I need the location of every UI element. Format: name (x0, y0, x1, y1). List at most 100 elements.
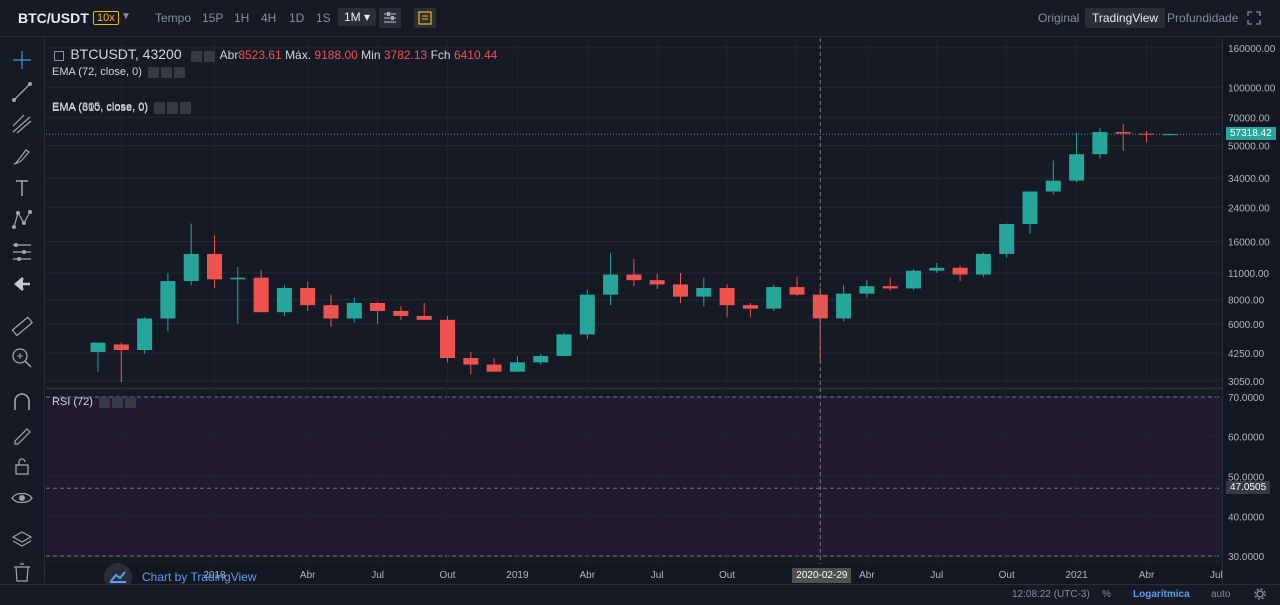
legend-low: 3782.13 (383, 48, 428, 62)
fib-icon[interactable] (10, 240, 34, 264)
ohlc-legend: BTCUSDT, 43200 Abr8523.61 Máx. 9188.00 M… (54, 46, 497, 63)
auto-toggle[interactable]: auto (1211, 589, 1230, 600)
fullscreen-icon[interactable] (1247, 11, 1261, 30)
time-tick-label: Out (719, 570, 735, 581)
ruler-icon[interactable] (10, 314, 34, 338)
rsi-label: RSI (72) (52, 396, 138, 408)
price-tick-label: 16000.00 (1228, 237, 1270, 248)
attribution-text: Chart by TradingView (142, 570, 257, 584)
tf-1m-active[interactable]: 1M ▾ (338, 8, 377, 26)
price-tick-label: 24000.00 (1228, 203, 1270, 214)
price-tick-label: 160000.00 (1228, 44, 1276, 55)
candle-body (1022, 191, 1038, 224)
legend-high-label: Máx. (285, 48, 312, 62)
candle-body (556, 334, 572, 356)
eye-icon[interactable] (10, 486, 34, 510)
tf-15p[interactable]: 15P (202, 11, 223, 25)
arrow-left-icon[interactable] (10, 272, 34, 296)
candle-body (929, 267, 945, 271)
price-tick-label: 70000.00 (1228, 113, 1270, 124)
ema-settings-icon[interactable] (154, 102, 193, 114)
legend-open-label: Abr (219, 48, 239, 62)
lock-icon[interactable] (10, 454, 34, 478)
ema-settings-icon[interactable] (147, 66, 187, 78)
crosshair-icon[interactable] (10, 48, 34, 72)
indicator-settings-icon[interactable] (379, 8, 401, 28)
rsi-value-badge: 47.0505 (1226, 481, 1271, 495)
candle-body (183, 253, 199, 281)
view-tradingview[interactable]: TradingView (1085, 8, 1166, 28)
legend-settings-icon[interactable] (190, 49, 217, 63)
price-tick-label: 50000.00 (1228, 142, 1270, 153)
price-tick-label: 4250.00 (1228, 349, 1265, 360)
legend-close: 6410.44 (453, 48, 498, 62)
candle-body (137, 318, 153, 351)
trash-icon[interactable] (10, 560, 34, 584)
time-tick-label: Out (439, 570, 455, 581)
candle-body (673, 284, 688, 297)
candle-body (975, 253, 991, 275)
time-tick-label: Jul (1210, 570, 1223, 581)
price-chart[interactable]: 160000.00 100000.00 70000.00 50000.00 34000.… (46, 38, 1280, 586)
gear-icon[interactable] (1254, 588, 1266, 603)
candle-body (1069, 154, 1085, 181)
ema-610-label: EMA (610, close, 0) (52, 102, 193, 114)
time-tick-label: Jul (371, 570, 384, 581)
lock-drawing-icon[interactable] (10, 422, 34, 446)
trendline-icon[interactable] (10, 80, 34, 104)
leverage-badge[interactable]: 10x (93, 11, 119, 25)
legend-low-label: Min (361, 48, 381, 62)
symbol-title[interactable]: BTC/USDT (18, 10, 89, 26)
price-tick-label: 3050.00 (1228, 377, 1265, 388)
magnet-icon[interactable] (10, 390, 34, 414)
chart-area[interactable]: 160000.00 100000.00 70000.00 50000.00 34000.… (46, 38, 1280, 591)
rsi-tick-label: 70.0000 (1228, 393, 1265, 404)
candle-body (999, 223, 1015, 254)
tf-1d[interactable]: 1D (289, 11, 304, 25)
view-depth[interactable]: Profundidade (1167, 11, 1238, 25)
candle-body (90, 342, 106, 352)
tf-1s[interactable]: 1S (316, 11, 331, 25)
percent-toggle[interactable]: % (1102, 589, 1111, 600)
candle-body (766, 287, 782, 309)
legend-symbol: BTCUSDT, 43200 (70, 46, 182, 62)
drawing-toolbar (0, 38, 45, 583)
candle-body (906, 270, 921, 289)
rsi-settings-icon[interactable] (98, 396, 138, 408)
candle-body (649, 280, 665, 285)
top-toolbar: BTC/USDT 10x ▼ Tempo 15P 1H 4H 1D 1S 1M … (0, 0, 1280, 37)
candle-body (836, 293, 852, 319)
zoom-icon[interactable] (10, 346, 34, 370)
tf-4h[interactable]: 4H (261, 11, 276, 25)
log-toggle[interactable]: Logarítmica (1133, 589, 1190, 600)
time-label[interactable]: Tempo (155, 11, 191, 25)
time-tick-label: 2019 (506, 570, 529, 581)
candle-body (207, 253, 222, 280)
legend-close-label: Fch (430, 48, 451, 62)
candle-body (463, 358, 479, 365)
candle-body (1162, 134, 1178, 136)
text-tool-icon[interactable] (10, 176, 34, 200)
chevron-down-icon[interactable]: ▼ (121, 11, 131, 22)
chart-type-icon[interactable] (414, 8, 436, 28)
candle-body (346, 302, 362, 319)
candle-body (323, 305, 339, 319)
status-bar: 12:08:22 (UTC-3) % Logarítmica auto (0, 584, 1280, 605)
price-tick-label: 6000.00 (1228, 320, 1265, 331)
tf-1h[interactable]: 1H (234, 11, 249, 25)
clock: 12:08:22 (UTC-3) (1012, 589, 1090, 600)
view-original[interactable]: Original (1038, 11, 1079, 25)
pattern-icon[interactable] (10, 208, 34, 232)
brush-icon[interactable] (10, 144, 34, 168)
pitchfork-icon[interactable] (10, 112, 34, 136)
candle-body (1045, 180, 1061, 192)
candle-body (416, 315, 432, 320)
price-tick-label: 8000.00 (1228, 296, 1265, 307)
candle-body (160, 280, 176, 319)
main-pane-bg (46, 38, 1222, 388)
layers-icon[interactable] (10, 528, 34, 552)
candle-body (952, 267, 968, 275)
time-tick-label: Jul (651, 570, 664, 581)
collapse-icon[interactable] (54, 50, 64, 61)
rsi-tick-label: 30.0000 (1228, 552, 1265, 563)
